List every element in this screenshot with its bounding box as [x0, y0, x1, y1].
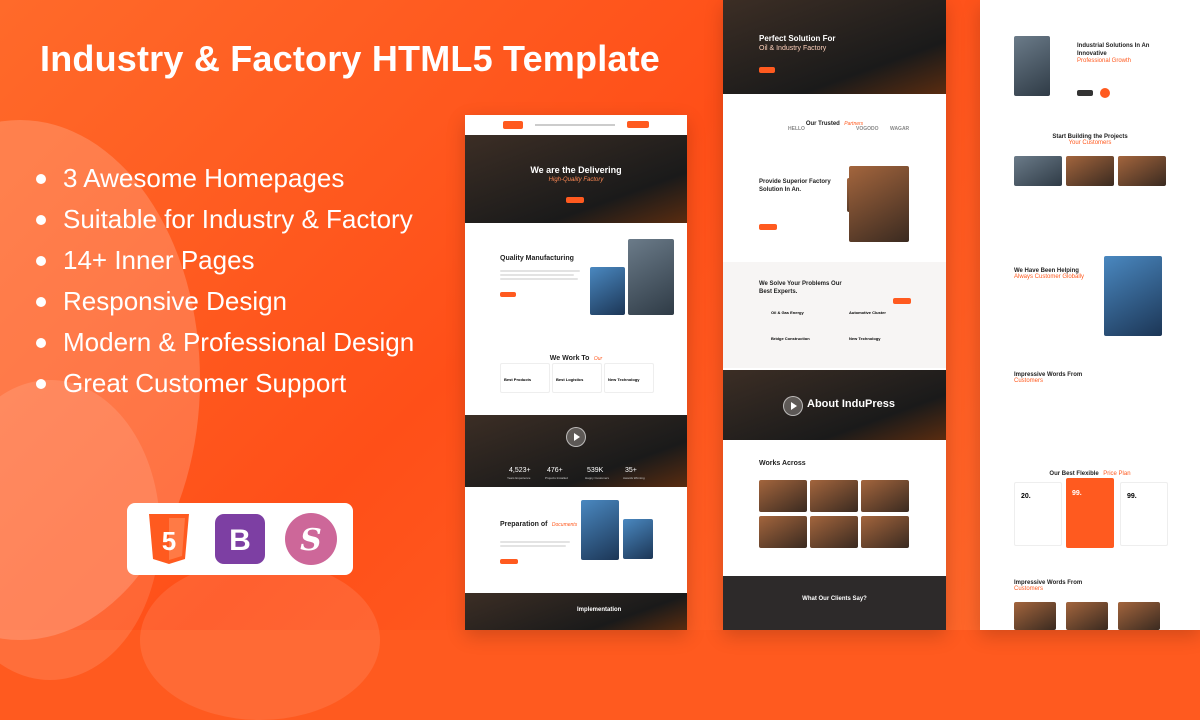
hero-button [566, 197, 584, 203]
partner-logo: WAGAR [890, 126, 910, 132]
section-button [759, 224, 777, 230]
hero-button [759, 67, 775, 73]
partners-section: Our Trusted Partners [805, 121, 864, 127]
mockup-header [465, 115, 687, 136]
words-section: Impressive Words From Customers [1014, 372, 1083, 384]
hero-section: We are the Delivering High-Quality Facto… [465, 135, 687, 223]
svg-text:5: 5 [161, 526, 175, 556]
image [628, 239, 674, 315]
service-card: New Technology [604, 363, 654, 393]
hero-title: We are the Delivering [530, 165, 622, 175]
hero-section: Perfect Solution For Oil & Industry Fact… [723, 0, 946, 94]
about-video-section: About InduPress [723, 370, 946, 440]
play-icon[interactable] [783, 396, 803, 416]
prep-section: Preparation of Documents [500, 513, 577, 569]
partner-logo: VOGODO [856, 126, 879, 132]
nav-menu [535, 124, 615, 126]
stat-value: 476+ [547, 467, 563, 474]
bullet-icon [36, 378, 46, 389]
logo [503, 121, 523, 129]
mockup-homepage-1: We are the Delivering High-Quality Facto… [465, 115, 687, 630]
page-title: Industry & Factory HTML5 Template [40, 38, 661, 79]
image [1104, 256, 1162, 336]
hero-title: Perfect Solution For [759, 34, 836, 43]
section-title: Provide Superior Factory Solution In An. [759, 179, 831, 193]
bullet-icon [36, 214, 46, 225]
bullet-icon [36, 296, 46, 307]
play-icon[interactable] [1100, 88, 1110, 98]
image [590, 267, 625, 315]
bullet-icon [36, 255, 46, 266]
bullet-icon [36, 173, 46, 184]
solve-section: We Solve Your Problems Our Best Experts.… [723, 262, 946, 368]
section-title: Quality Manufacturing [500, 255, 574, 262]
partner-logo: HELLO [788, 126, 805, 132]
image [581, 500, 619, 560]
works-section: Works Across [759, 460, 806, 467]
tech-badges: 5 B S [127, 503, 353, 575]
bullet-icon [36, 337, 46, 348]
stat-value: 35+ [625, 467, 637, 474]
feature-item: Suitable for Industry & Factory [36, 199, 414, 240]
hero-subtitle: Oil & Industry Factory [759, 45, 827, 52]
service-card: Best Products [500, 363, 550, 393]
feature-item: 14+ Inner Pages [36, 240, 414, 281]
quality-section: Quality Manufacturing [500, 255, 580, 302]
implementation-section: Implementation [465, 593, 687, 630]
header-button [627, 121, 649, 128]
svg-text:B: B [229, 524, 251, 557]
feature-item: Responsive Design [36, 281, 414, 322]
image [623, 519, 653, 559]
words-section-2: Impressive Words From Customers [1014, 580, 1083, 592]
sass-icon: S [285, 513, 338, 565]
feature-list: 3 Awesome Homepages Suitable for Industr… [36, 158, 414, 404]
html5-icon: 5 [143, 513, 195, 565]
image [1014, 36, 1050, 96]
play-icon[interactable] [566, 427, 586, 447]
stats-section: 4,523+ 476+ 539K 35+ Years Experience Pr… [465, 415, 687, 487]
flame-decoration [140, 560, 380, 720]
helping-section: We Have Been Helping Always Customer Glo… [1014, 268, 1085, 280]
testimonials-section: What Our Clients Say? [723, 576, 946, 630]
feature-item: 3 Awesome Homepages [36, 158, 414, 199]
start-section: Start Building the Projects Your Custome… [1052, 134, 1128, 146]
feature-item: Modern & Professional Design [36, 322, 414, 363]
stat-value: 4,523+ [509, 467, 531, 474]
stat-value: 539K [587, 467, 604, 474]
image [849, 166, 909, 242]
mockup-homepage-2: Perfect Solution For Oil & Industry Fact… [723, 0, 946, 630]
mockup-homepage-3: Industrial Solutions In An Innovative Pr… [980, 0, 1200, 630]
bootstrap-icon: B [214, 513, 266, 565]
hero-subtitle: High-Quality Factory [548, 177, 604, 183]
feature-item: Great Customer Support [36, 363, 414, 404]
svg-text:S: S [300, 523, 322, 558]
service-card: Best Logistics [552, 363, 602, 393]
pricing-card-featured: 99. [1066, 478, 1114, 548]
